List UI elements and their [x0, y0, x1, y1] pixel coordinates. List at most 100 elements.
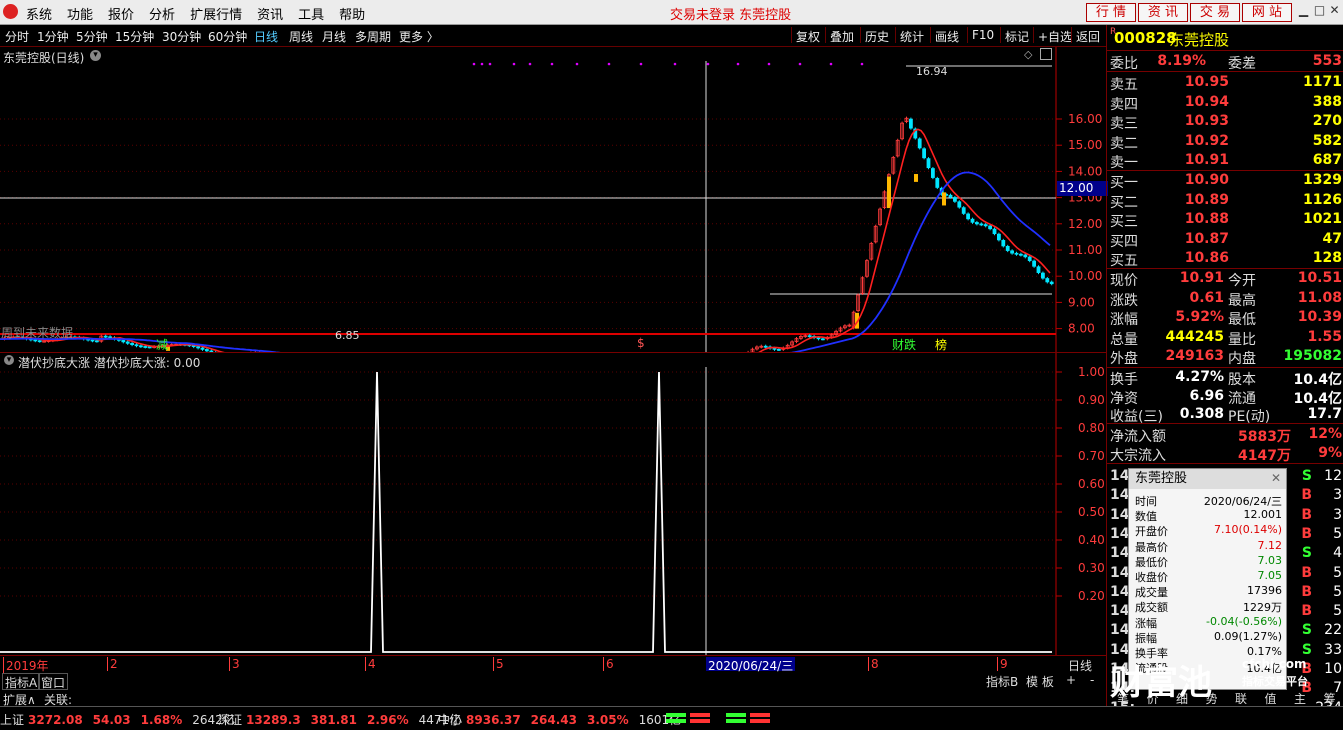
candle-body: [909, 118, 913, 129]
date-axis-label: 3: [229, 657, 240, 671]
date-axis-label: 2: [107, 657, 118, 671]
app-logo-icon: [3, 4, 18, 19]
menu-item[interactable]: 工具: [298, 4, 324, 23]
cursor-date-label: 2020/06/24/三: [706, 657, 796, 673]
y-tick-label: 16.00: [1068, 112, 1102, 126]
kline-chart-pane[interactable]: 16.00 15.00 14.00 13.00 12.00 11.00 10.00 9.00 8…: [0, 47, 1108, 367]
stock-code: 000828: [1114, 29, 1177, 47]
menu-item[interactable]: 功能: [67, 4, 93, 23]
tool-button[interactable]: 叠加: [830, 28, 854, 45]
news-button[interactable]: 资 讯: [1138, 3, 1188, 22]
period-tab[interactable]: 30分钟: [162, 28, 201, 45]
quote-button[interactable]: 行 情: [1086, 3, 1136, 22]
period-tab[interactable]: 1分钟: [37, 28, 69, 45]
period-tab[interactable]: 周线: [289, 28, 313, 45]
tooltip-close-icon[interactable]: ✕: [1271, 471, 1281, 485]
period-tab[interactable]: 月线: [322, 28, 346, 45]
sell-level-row: 卖五 10.95 1171: [1110, 74, 1342, 93]
menu-item[interactable]: 扩展行情: [190, 4, 242, 23]
diamond-icon[interactable]: ◇: [1024, 48, 1032, 61]
tooltip-row: 时间 2020/06/24/三: [1135, 495, 1282, 508]
buy-level-row: 买二 10.89 1126: [1110, 191, 1342, 211]
candle-body: [922, 148, 926, 159]
period-tab[interactable]: 15分钟: [115, 28, 154, 45]
chart-settings-icon[interactable]: ▾: [90, 50, 101, 61]
stock-name: 东莞控股: [1169, 31, 1230, 49]
cursor-price-label: 12.00: [1057, 181, 1108, 196]
market-index-bar: 上证 3272.08 54.03 1.68% 2642亿 深证 13289.3 381.81 2…: [0, 706, 1343, 730]
highlight-candle: [942, 192, 946, 206]
website-button[interactable]: 网 站: [1242, 3, 1292, 22]
indicator-a-tab[interactable]: 指标A: [2, 673, 41, 690]
menu-item[interactable]: 分析: [149, 4, 175, 23]
candle-body: [957, 201, 962, 208]
candle-body: [961, 207, 966, 214]
ma-short-line: [0, 128, 1051, 366]
candle-body: [196, 346, 201, 349]
indicator-b-tab[interactable]: 指标B: [986, 673, 1018, 690]
date-axis-label: 8: [868, 657, 879, 671]
index-quote[interactable]: 中小 8936.37 264.43 3.05% 1601亿: [438, 711, 681, 727]
period-tab[interactable]: 更多 〉: [399, 28, 439, 45]
tool-button[interactable]: 画线: [935, 28, 959, 45]
tool-button[interactable]: 统计: [900, 28, 924, 45]
tool-button[interactable]: +自选: [1038, 28, 1072, 45]
candle-body: [988, 225, 992, 230]
y-tick-label: 15.00: [1068, 138, 1102, 152]
tool-button[interactable]: 历史: [865, 28, 889, 45]
candle-body: [1019, 253, 1023, 256]
candle-body: [992, 228, 997, 235]
trade-button[interactable]: 交 易: [1190, 3, 1240, 22]
menu-item[interactable]: 系统: [26, 4, 52, 23]
rise-fall-icon: [666, 713, 714, 725]
candle-body: [1005, 246, 1010, 251]
signal-dot: [767, 62, 771, 66]
quote-stat-row: 现价 10.91 今开 10.51: [1110, 270, 1342, 289]
main-menu: 系统 功能 报价 分析 扩展行情 资讯 工具 帮助: [26, 4, 380, 23]
period-tab[interactable]: 日线: [254, 28, 278, 45]
period-tab[interactable]: 60分钟: [208, 28, 247, 45]
tooltip-row: 振幅 0.09(1.27%): [1135, 629, 1282, 645]
buy-level-row: 买一 10.90 1329: [1110, 172, 1342, 191]
minimize-icon[interactable]: ▁: [1297, 4, 1310, 17]
tool-button[interactable]: 复权: [796, 28, 820, 45]
marker-dollar: $: [637, 336, 645, 350]
pane-maximize-icon[interactable]: [1040, 48, 1052, 60]
kline-chart[interactable]: 16.0015.0014.0013.0012.0011.0010.009.008…: [0, 47, 1106, 367]
zoom-in-button[interactable]: +: [1066, 673, 1076, 687]
marker-finance-drop: 财跌: [892, 338, 917, 352]
candle-body: [979, 223, 984, 226]
candle-body: [970, 218, 975, 223]
menu-item[interactable]: 报价: [108, 4, 134, 23]
candle-body: [935, 178, 940, 188]
marker-rank: 榜: [935, 338, 948, 352]
tool-button[interactable]: F10: [972, 28, 994, 42]
close-icon[interactable]: ✕: [1328, 4, 1341, 17]
tooltip-row: 最高价 7.12: [1135, 538, 1282, 554]
index-quote[interactable]: 深证 13289.3 381.81 2.96% 4471亿: [218, 711, 461, 727]
index-quote[interactable]: 上证 3272.08 54.03 1.68% 2642亿: [0, 711, 235, 727]
period-tab[interactable]: 5分钟: [76, 28, 108, 45]
indicator-chart[interactable]: 1.00 0.90 0.80 0.70 0.60 0.50 0.40 0.30 0.20: [0, 353, 1106, 656]
zoom-out-button[interactable]: -: [1090, 673, 1094, 687]
sell-level-row: 卖四 10.94 388: [1110, 93, 1342, 113]
indicator-settings-icon[interactable]: ▾: [4, 355, 14, 365]
template-tab[interactable]: 模 板: [1026, 673, 1054, 690]
buy-level-row: 买四 10.87 47: [1110, 230, 1342, 250]
maximize-icon[interactable]: □: [1313, 4, 1326, 17]
window-tab[interactable]: 窗口: [38, 673, 69, 690]
period-tab[interactable]: 分时: [5, 28, 29, 45]
fundamental-row: 净资 6.96 流通 10.4亿: [1110, 387, 1342, 407]
buy-level-row: 买五 10.86 128: [1110, 250, 1342, 269]
y-tick-label: 0.20: [1078, 589, 1105, 603]
candle-body: [983, 224, 988, 227]
tool-button[interactable]: 标记: [1005, 28, 1029, 45]
candle-body: [917, 138, 922, 149]
menu-item[interactable]: 资讯: [257, 4, 283, 23]
candle-body: [772, 347, 777, 350]
tool-button[interactable]: 返回: [1076, 28, 1100, 45]
future-data-note: 周到未来数据: [1, 326, 74, 340]
period-tab[interactable]: 多周期: [355, 28, 391, 45]
indicator-pane[interactable]: 1.00 0.90 0.80 0.70 0.60 0.50 0.40 0.30 0.20 ▾ 潜…: [0, 352, 1106, 656]
menu-item[interactable]: 帮助: [339, 4, 365, 23]
